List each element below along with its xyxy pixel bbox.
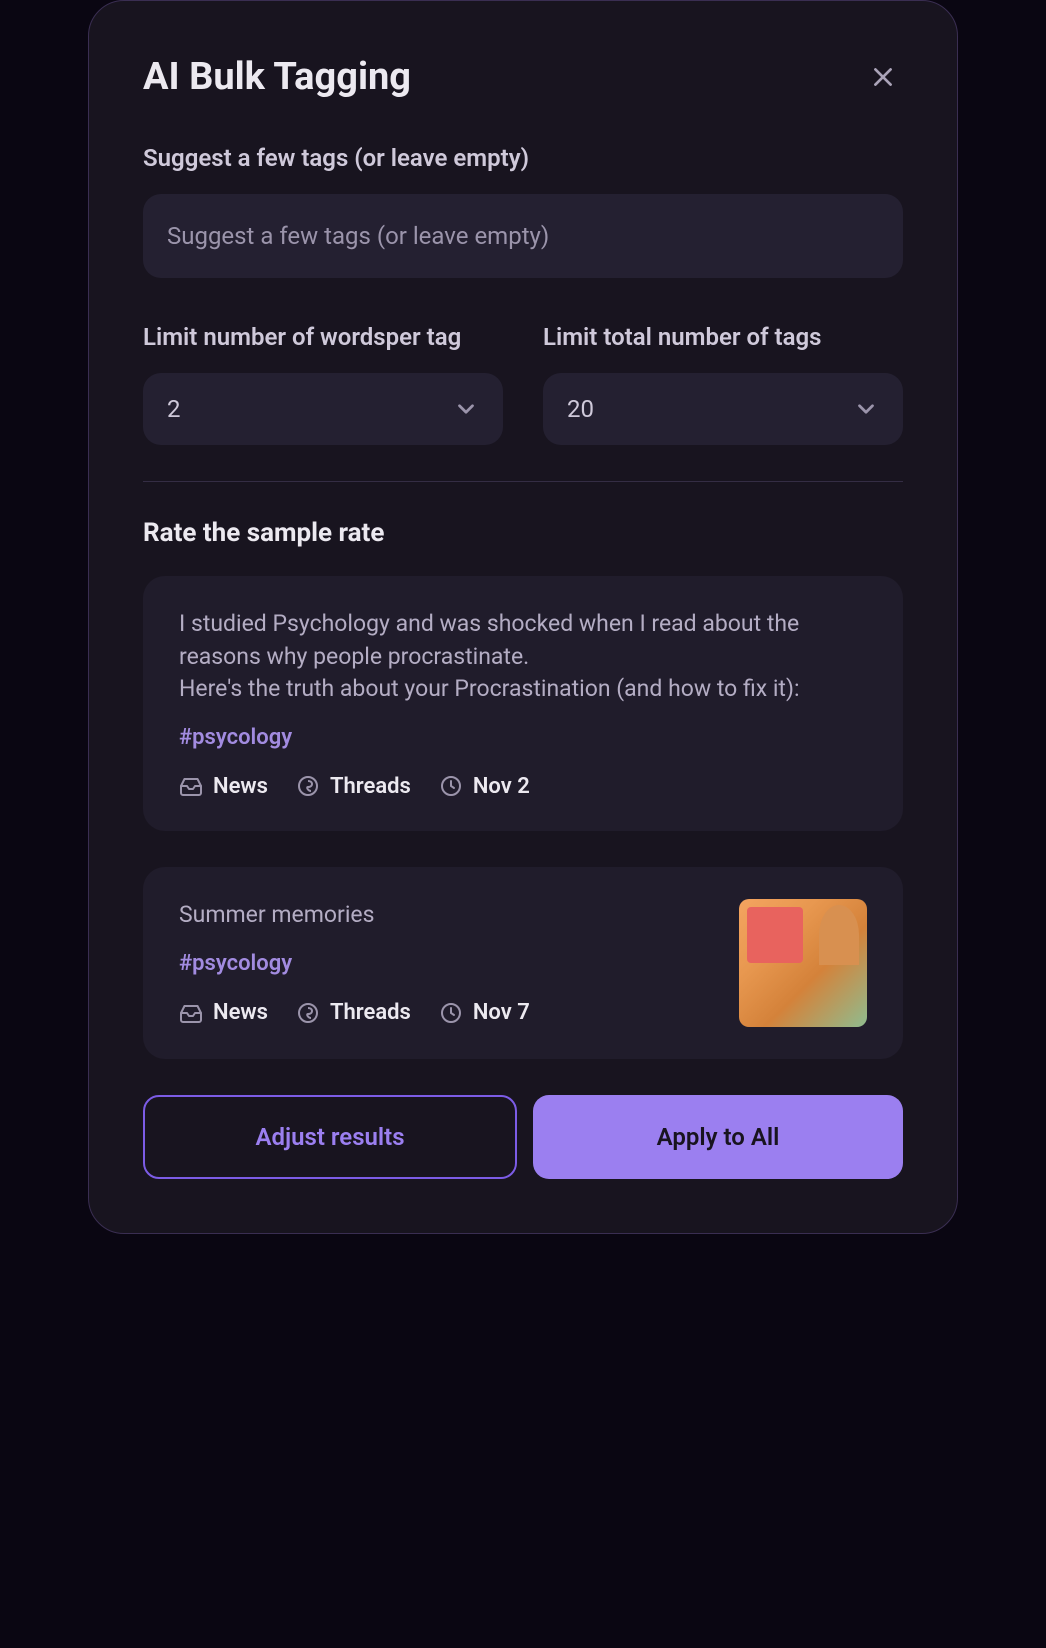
apply-to-all-button[interactable]: Apply to All <box>533 1095 903 1179</box>
category-meta: News <box>179 1000 268 1025</box>
date-label: Nov 7 <box>473 1000 530 1025</box>
network-meta: Threads <box>296 1000 411 1025</box>
sample-card: I studied Psychology and was shocked whe… <box>143 576 903 831</box>
category-label: News <box>213 1000 268 1025</box>
sample-text: Summer memories <box>179 899 715 931</box>
category-label: News <box>213 774 268 799</box>
bulk-tagging-modal: AI Bulk Tagging Suggest a few tags (or l… <box>88 0 958 1234</box>
category-meta: News <box>179 774 268 799</box>
words-select[interactable]: 2 <box>143 373 503 445</box>
threads-icon <box>296 774 320 798</box>
close-icon <box>870 64 896 90</box>
network-label: Threads <box>330 1000 411 1025</box>
sample-tag: #psycology <box>179 725 867 750</box>
total-value: 20 <box>567 395 594 423</box>
date-label: Nov 2 <box>473 774 530 799</box>
sample-tag: #psycology <box>179 951 715 976</box>
clock-icon <box>439 774 463 798</box>
section-title: Rate the sample rate <box>143 518 903 548</box>
tags-input[interactable] <box>143 194 903 278</box>
sample-text: I studied Psychology and was shocked whe… <box>179 608 867 705</box>
threads-icon <box>296 1001 320 1025</box>
words-value: 2 <box>167 395 181 423</box>
date-meta: Nov 7 <box>439 1000 530 1025</box>
clock-icon <box>439 1001 463 1025</box>
sample-meta: News Threads Nov 2 <box>179 774 867 799</box>
button-row: Adjust results Apply to All <box>143 1095 903 1179</box>
divider <box>143 481 903 482</box>
sample-thumbnail <box>739 899 867 1027</box>
chevron-down-icon <box>453 396 479 422</box>
close-button[interactable] <box>863 57 903 97</box>
network-meta: Threads <box>296 774 411 799</box>
sample-meta: News Threads Nov 7 <box>179 1000 715 1025</box>
words-per-tag-col: Limit number of wordsper tag 2 <box>143 322 503 445</box>
date-meta: Nov 2 <box>439 774 530 799</box>
inbox-icon <box>179 774 203 798</box>
limits-row: Limit number of wordsper tag 2 Limit tot… <box>143 322 903 445</box>
sample-card: Summer memories #psycology News Threads … <box>143 867 903 1059</box>
modal-header: AI Bulk Tagging <box>143 55 903 99</box>
tags-label: Suggest a few tags (or leave empty) <box>143 143 903 174</box>
words-label: Limit number of wordsper tag <box>143 322 503 353</box>
network-label: Threads <box>330 774 411 799</box>
total-tags-col: Limit total number of tags 20 <box>543 322 903 445</box>
modal-title: AI Bulk Tagging <box>143 55 411 99</box>
chevron-down-icon <box>853 396 879 422</box>
total-select[interactable]: 20 <box>543 373 903 445</box>
total-label: Limit total number of tags <box>543 322 903 353</box>
adjust-results-button[interactable]: Adjust results <box>143 1095 517 1179</box>
inbox-icon <box>179 1001 203 1025</box>
